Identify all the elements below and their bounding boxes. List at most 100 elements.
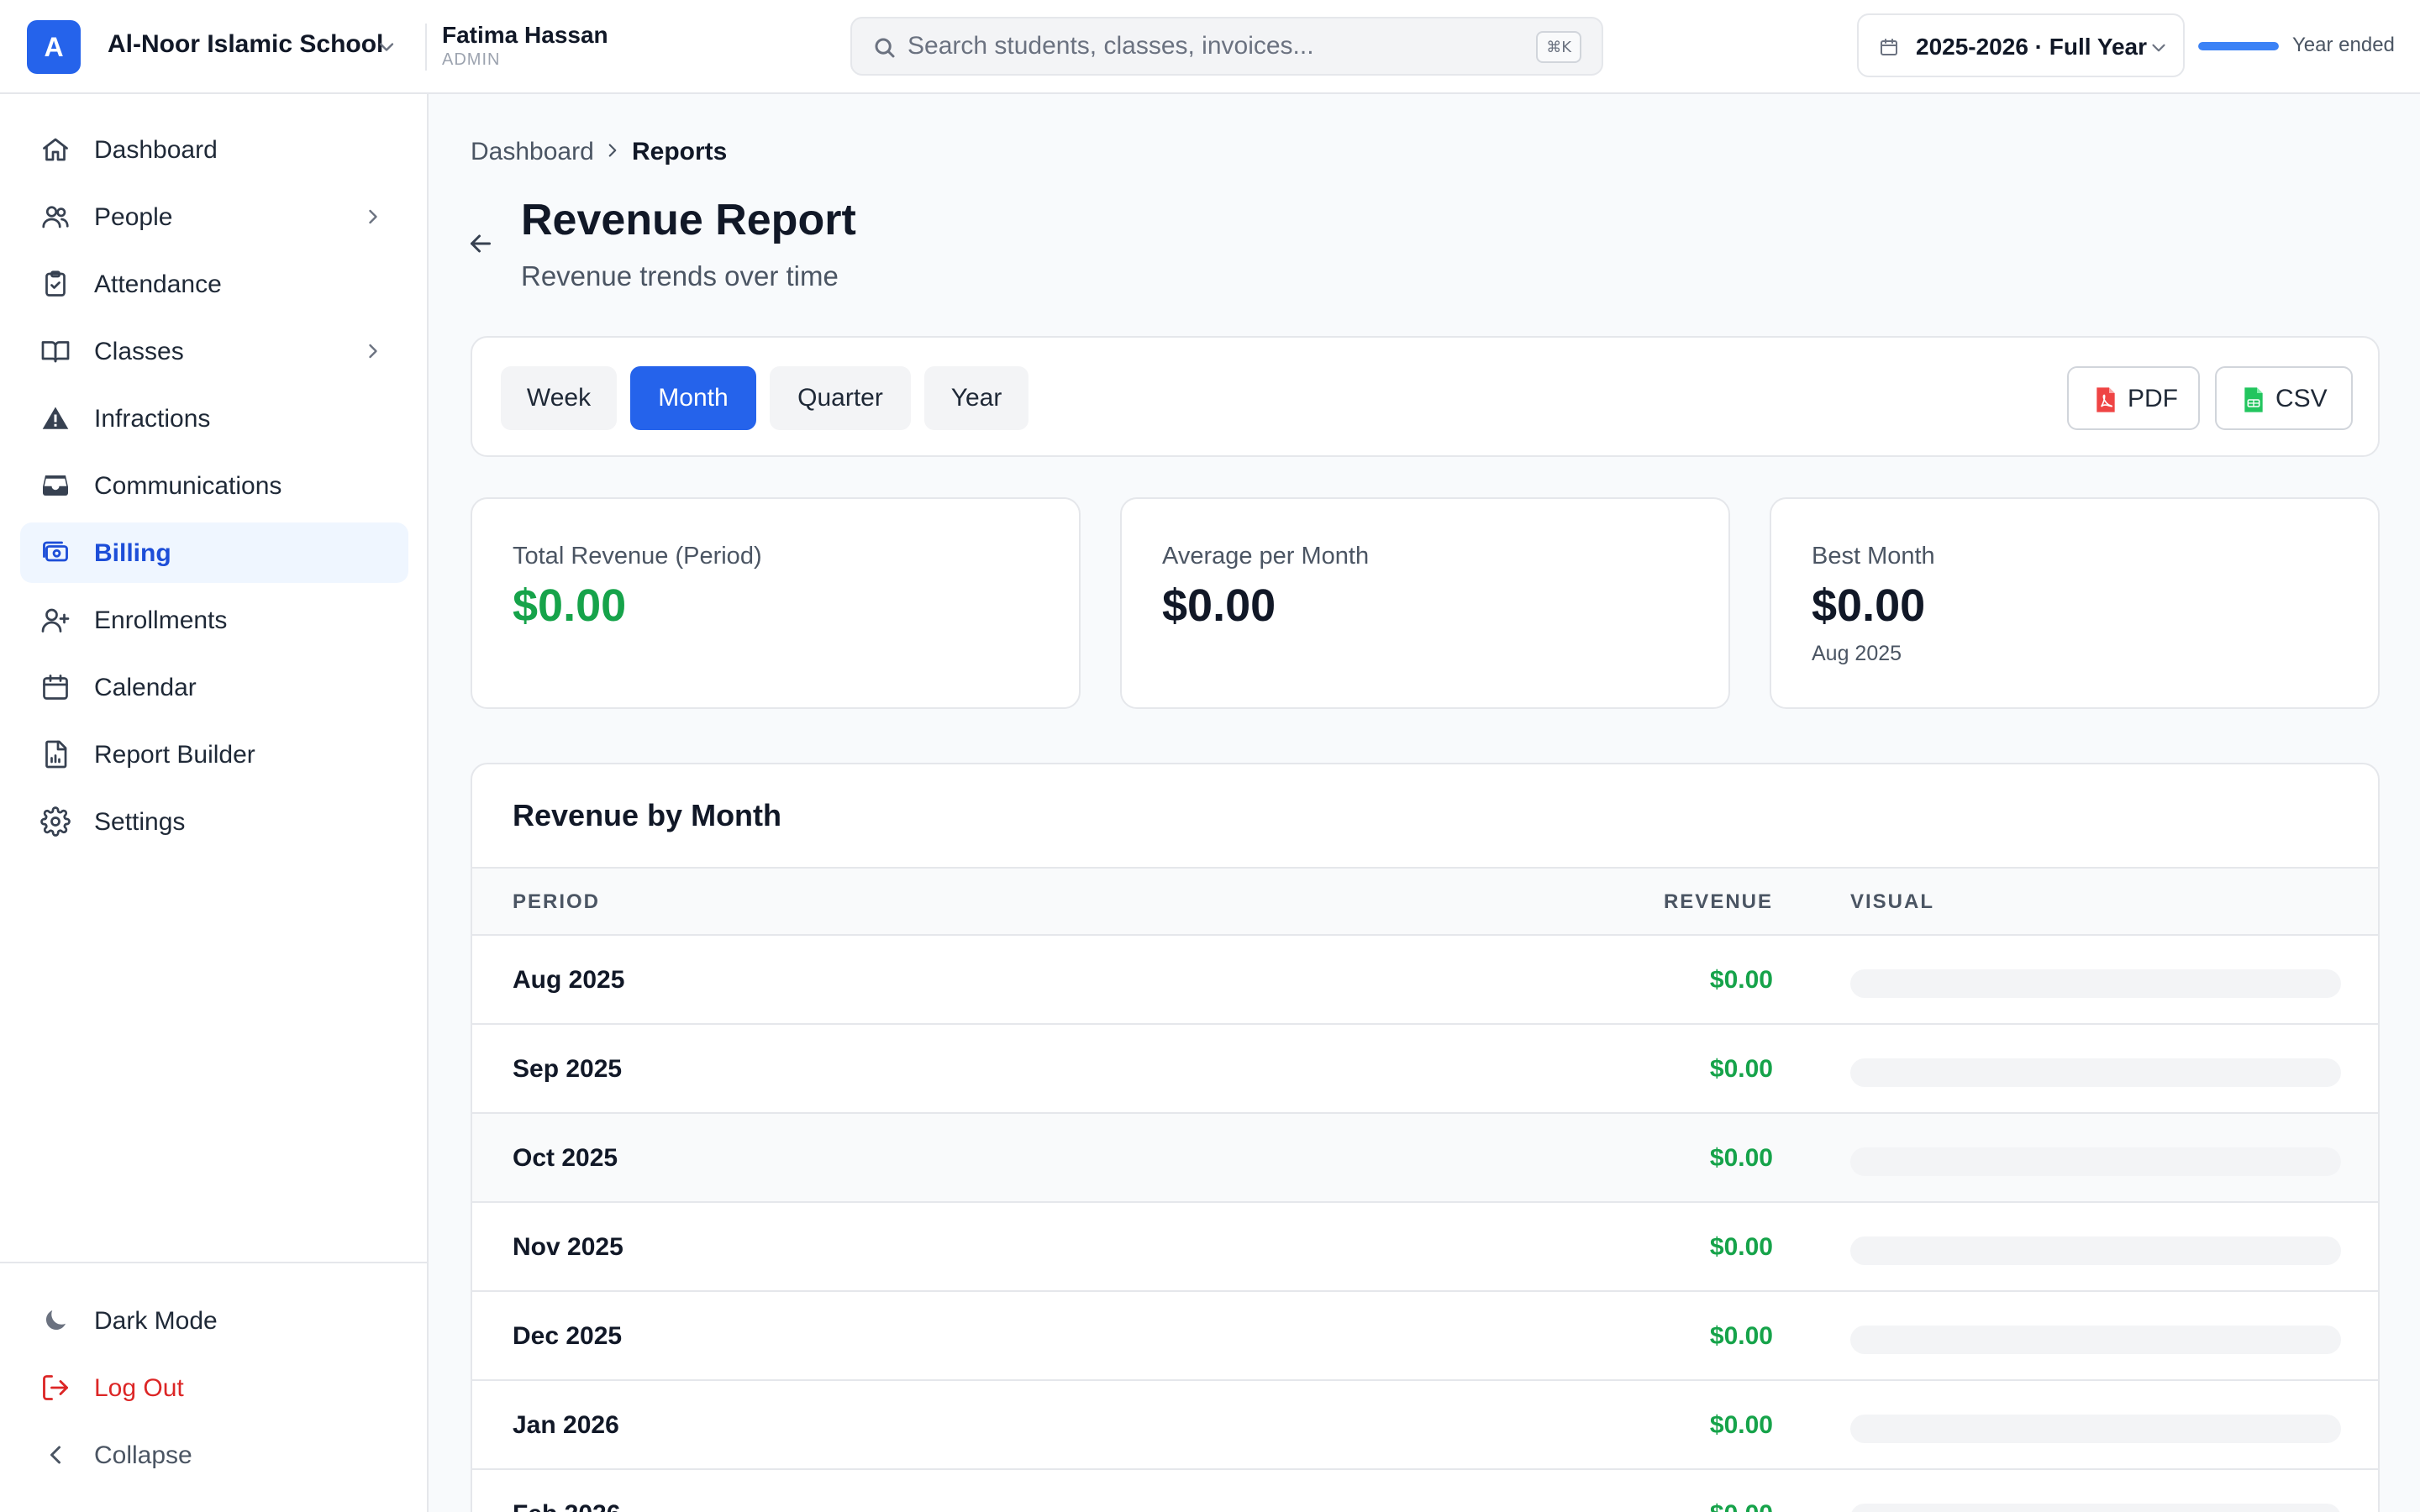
- chevron-right-icon: [608, 144, 617, 157]
- revenue-table-card: Revenue by Month PERIOD REVENUE VISUAL A…: [471, 763, 2380, 1512]
- academic-year-select[interactable]: 2025-2026 · Full Year: [1857, 13, 2185, 77]
- academic-year-label: 2025-2026 · Full Year: [1916, 34, 2147, 60]
- stat-value: $0.00: [513, 580, 627, 631]
- table-header: PERIOD REVENUE VISUAL: [472, 867, 2378, 934]
- gear-icon: [40, 806, 71, 837]
- sidebar-item-label: Enrollments: [94, 606, 228, 634]
- period-month-button[interactable]: Month: [630, 366, 756, 430]
- pdf-file-icon: [2096, 387, 2115, 412]
- sidebar-item-label: Settings: [94, 808, 186, 836]
- chevron-right-icon: [369, 344, 377, 359]
- revenue-cell: $0.00: [1709, 1144, 1773, 1172]
- sidebar-item-calendar[interactable]: Calendar: [20, 657, 408, 717]
- sidebar-item-billing[interactable]: Billing: [20, 522, 408, 583]
- sidebar-item-dashboard[interactable]: Dashboard: [20, 119, 408, 180]
- sidebar-item-label: Communications: [94, 472, 282, 500]
- chevron-right-icon: [369, 209, 377, 224]
- page-subtitle: Revenue trends over time: [521, 260, 839, 291]
- stat-card-total-revenue: Total Revenue (Period) $0.00: [471, 497, 1081, 709]
- stat-value: $0.00: [1812, 580, 1926, 631]
- home-icon: [43, 138, 68, 161]
- org-logo[interactable]: A: [27, 20, 81, 74]
- stat-subtext: Aug 2025: [1812, 642, 1902, 665]
- user-name: Fatima Hassan: [442, 22, 608, 48]
- collapse-label: Collapse: [94, 1441, 192, 1469]
- sidebar-item-classes[interactable]: Classes: [20, 321, 408, 381]
- chevron-left-icon: [50, 1446, 60, 1464]
- billing-icon: [43, 541, 68, 562]
- revenue-cell: $0.00: [1709, 1322, 1773, 1350]
- chevron-down-icon[interactable]: [375, 35, 398, 59]
- user-plus-icon: [41, 608, 70, 633]
- period-quarter-button[interactable]: Quarter: [770, 366, 911, 430]
- calendar-icon: [43, 675, 68, 700]
- back-arrow-icon[interactable]: [466, 228, 496, 259]
- sidebar-item-communications[interactable]: Communications: [20, 455, 408, 516]
- table-row[interactable]: Oct 2025 $0.00: [472, 1112, 2378, 1201]
- users-icon: [42, 206, 69, 228]
- revenue-bar-track: [1850, 1415, 2341, 1443]
- warning-icon: [42, 407, 69, 429]
- period-cell: Aug 2025: [513, 966, 625, 994]
- stat-card-average: Average per Month $0.00: [1120, 497, 1730, 709]
- dark-mode-toggle[interactable]: Dark Mode: [20, 1290, 408, 1351]
- sidebar: Dashboard People Attendance Classes Infr…: [0, 94, 429, 1512]
- sidebar-item-infractions[interactable]: Infractions: [20, 388, 408, 449]
- year-progress-bar: [2198, 42, 2279, 50]
- inbox-icon: [43, 475, 68, 496]
- export-pdf-button[interactable]: PDF: [2067, 366, 2200, 430]
- revenue-bar-track: [1850, 1504, 2341, 1512]
- table-row[interactable]: Nov 2025 $0.00: [472, 1201, 2378, 1290]
- table-row[interactable]: Aug 2025 $0.00: [472, 934, 2378, 1023]
- revenue-cell: $0.00: [1709, 1233, 1773, 1261]
- column-header-period: PERIOD: [513, 890, 601, 913]
- top-bar: A Al-Noor Islamic School Fatima Hassan A…: [0, 0, 2420, 94]
- calendar-icon: [1881, 39, 1897, 55]
- revenue-cell: $0.00: [1709, 966, 1773, 994]
- search-input[interactable]: [908, 27, 1512, 66]
- search-icon: [875, 38, 895, 58]
- logout-button[interactable]: Log Out: [20, 1357, 408, 1418]
- period-cell: Nov 2025: [513, 1233, 623, 1261]
- sidebar-item-label: Dashboard: [94, 136, 218, 164]
- period-cell: Oct 2025: [513, 1144, 618, 1172]
- collapse-sidebar-button[interactable]: Collapse: [20, 1425, 408, 1485]
- sidebar-item-attendance[interactable]: Attendance: [20, 254, 408, 314]
- table-row[interactable]: Sep 2025 $0.00: [472, 1023, 2378, 1112]
- user-role: ADMIN: [442, 50, 501, 69]
- csv-file-icon: [2244, 387, 2263, 412]
- global-search[interactable]: ⌘K: [850, 17, 1603, 76]
- period-week-button[interactable]: Week: [501, 366, 617, 430]
- export-csv-button[interactable]: CSV: [2215, 366, 2353, 430]
- sidebar-item-enrollments[interactable]: Enrollments: [20, 590, 408, 650]
- moon-icon: [45, 1310, 66, 1331]
- period-cell: Jan 2026: [513, 1411, 619, 1439]
- page-title: Revenue Report: [521, 196, 856, 244]
- sidebar-item-report-builder[interactable]: Report Builder: [20, 724, 408, 785]
- stat-label: Average per Month: [1162, 543, 1370, 570]
- sidebar-item-label: Report Builder: [94, 741, 255, 769]
- revenue-cell: $0.00: [1709, 1411, 1773, 1439]
- stat-value: $0.00: [1162, 580, 1276, 631]
- table-row[interactable]: Dec 2025 $0.00: [472, 1290, 2378, 1379]
- year-progress-fill: [2198, 42, 2279, 50]
- clipboard-check-icon: [45, 270, 66, 297]
- revenue-cell: $0.00: [1710, 1500, 1773, 1512]
- breadcrumb-dashboard[interactable]: Dashboard: [471, 138, 594, 166]
- sidebar-item-settings[interactable]: Settings: [20, 791, 408, 852]
- period-year-button[interactable]: Year: [924, 366, 1028, 430]
- logout-icon: [43, 1375, 68, 1400]
- sidebar-item-label: Calendar: [94, 674, 197, 701]
- table-row[interactable]: Feb 2026 $0.00: [472, 1468, 2378, 1512]
- dark-mode-label: Dark Mode: [94, 1307, 218, 1335]
- report-icon: [45, 740, 67, 769]
- sidebar-item-people[interactable]: People: [20, 186, 408, 247]
- logout-label: Log Out: [94, 1374, 184, 1402]
- period-cell: Sep 2025: [513, 1055, 623, 1083]
- table-row[interactable]: Jan 2026 $0.00: [472, 1379, 2378, 1468]
- period-cell: Dec 2025: [513, 1322, 623, 1350]
- revenue-bar-track: [1850, 1058, 2341, 1087]
- export-csv-label: CSV: [2275, 385, 2328, 412]
- period-filter-bar: Week Month Quarter Year PDF CSV: [471, 336, 2380, 457]
- org-switcher[interactable]: Al-Noor Islamic School: [108, 30, 383, 59]
